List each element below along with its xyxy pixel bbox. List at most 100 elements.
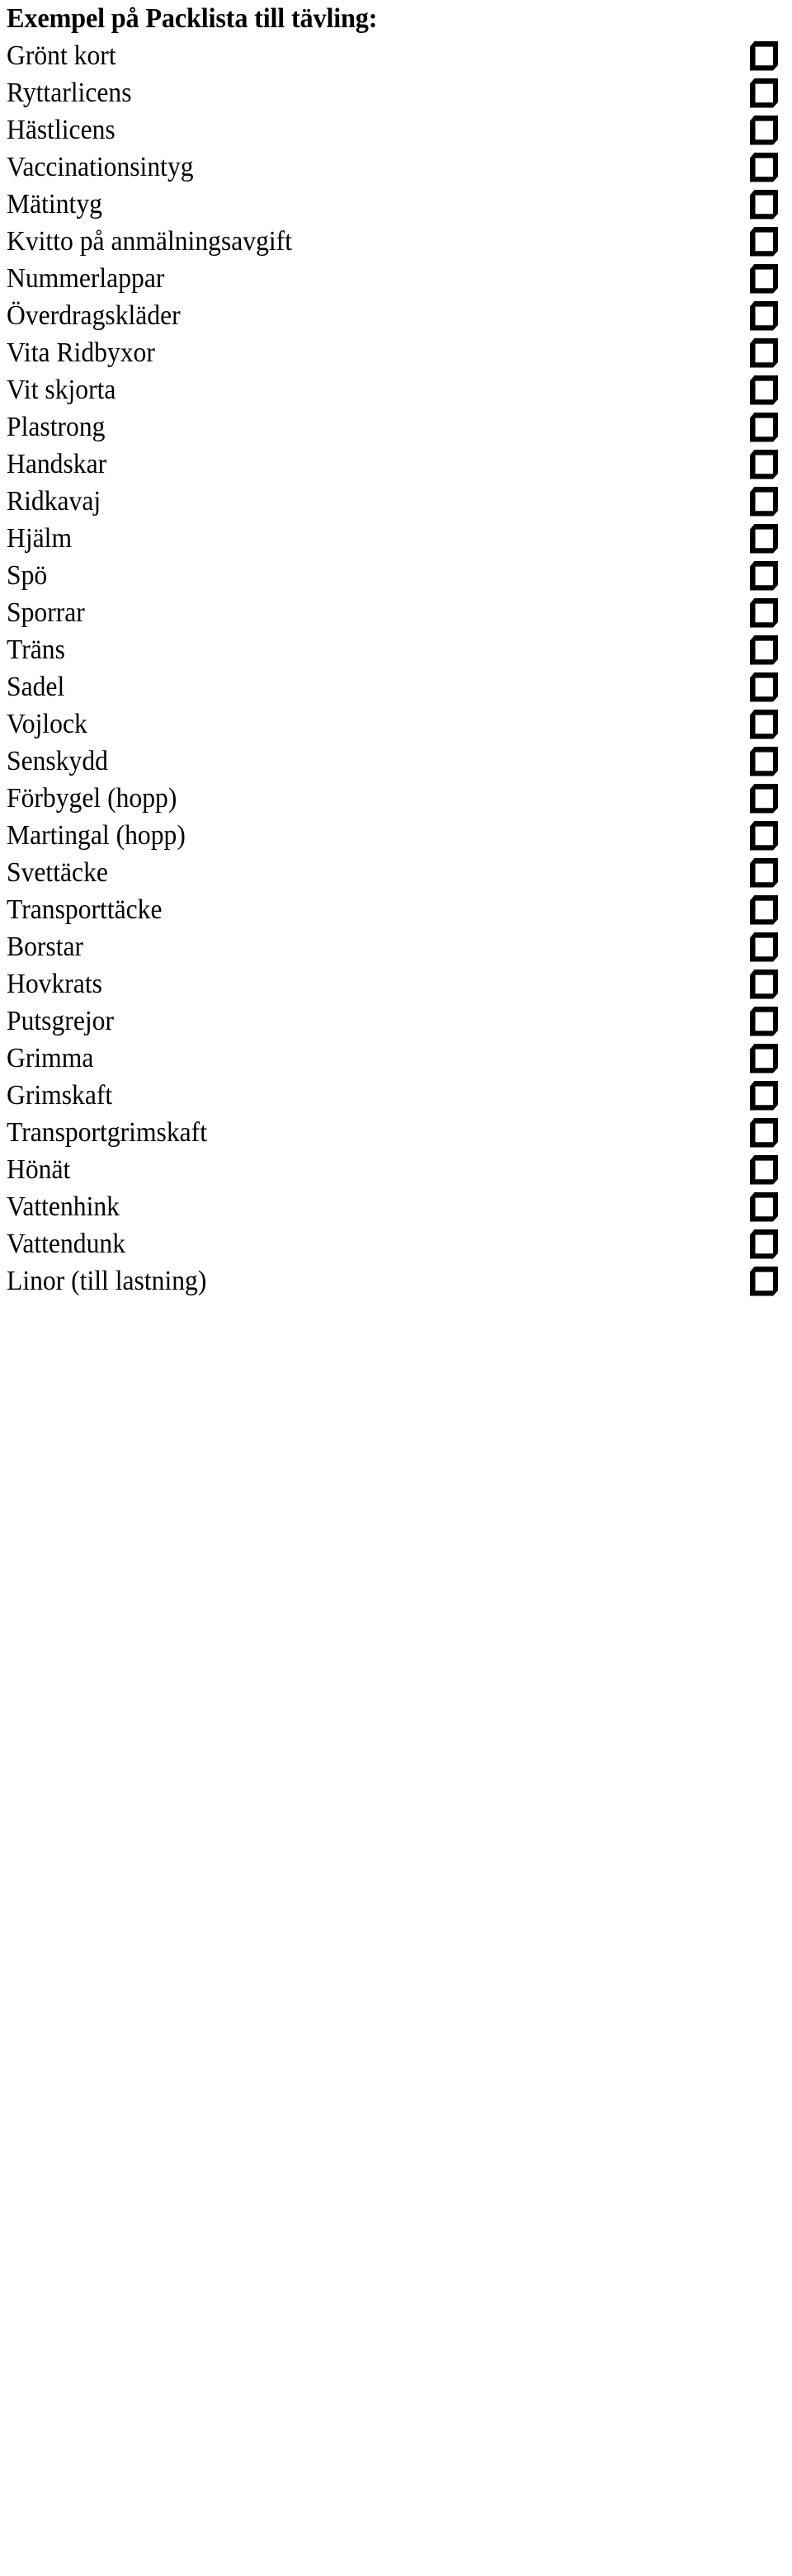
empty-checkbox-icon[interactable]	[737, 1154, 780, 1186]
checklist-row[interactable]: Hästlicens	[7, 111, 780, 149]
checklist-row[interactable]: Sadel	[7, 668, 780, 705]
checklist-item-label: Vit skjorta	[7, 375, 116, 405]
empty-checkbox-icon[interactable]	[737, 263, 780, 295]
empty-checkbox-icon[interactable]	[737, 412, 780, 443]
empty-checkbox-icon[interactable]	[737, 857, 780, 889]
checklist-item-label: Träns	[7, 635, 65, 665]
empty-checkbox-icon[interactable]	[737, 635, 780, 666]
empty-checkbox-icon[interactable]	[737, 746, 780, 777]
checklist-row[interactable]: Hovkrats	[7, 965, 780, 1003]
checklist-row[interactable]: Ryttarlicens	[7, 74, 780, 111]
checklist-row[interactable]: Plastrong	[7, 408, 780, 446]
checklist-row[interactable]: Hönät	[7, 1151, 780, 1188]
empty-checkbox-icon[interactable]	[737, 1117, 780, 1149]
checklist-row[interactable]: Sporrar	[7, 594, 780, 631]
checklist-row[interactable]: Svettäcke	[7, 854, 780, 891]
checklist-item-label: Grönt kort	[7, 40, 116, 71]
checklist-item-label: Vojlock	[7, 709, 87, 739]
empty-checkbox-icon[interactable]	[737, 1229, 780, 1260]
checklist-row[interactable]: Förbygel (hopp)	[7, 780, 780, 817]
checklist-item-label: Hönät	[7, 1154, 71, 1185]
empty-checkbox-icon[interactable]	[737, 932, 780, 963]
empty-checkbox-icon[interactable]	[737, 375, 780, 406]
checklist-item-label: Grimma	[7, 1043, 94, 1073]
checklist-item-label: Senskydd	[7, 746, 108, 776]
checklist-row[interactable]: Vattenhink	[7, 1188, 780, 1225]
checklist-row[interactable]: Grönt kort	[7, 37, 780, 74]
checklist-item-label: Vattendunk	[7, 1229, 126, 1259]
empty-checkbox-icon[interactable]	[737, 337, 780, 369]
checklist-row[interactable]: Linor (till lastning)	[7, 1262, 780, 1300]
checklist-row[interactable]: Handskar	[7, 446, 780, 483]
empty-checkbox-icon[interactable]	[737, 189, 780, 220]
empty-checkbox-icon[interactable]	[737, 1266, 780, 1297]
empty-checkbox-icon[interactable]	[737, 78, 780, 109]
empty-checkbox-icon[interactable]	[737, 672, 780, 703]
checklist-item-label: Linor (till lastning)	[7, 1266, 207, 1296]
packing-list-document: Exempel på Packlista till tävling: Grönt…	[0, 0, 792, 2576]
checklist-row[interactable]: Vattendunk	[7, 1225, 780, 1262]
empty-checkbox-icon[interactable]	[737, 486, 780, 517]
checklist-item-label: Mätintyg	[7, 189, 102, 219]
checklist-row[interactable]: Spö	[7, 557, 780, 594]
checklist-item-label: Martingal (hopp)	[7, 820, 186, 851]
empty-checkbox-icon[interactable]	[737, 820, 780, 852]
checklist-item-label: Vattenhink	[7, 1191, 120, 1222]
checklist-row[interactable]: Mätintyg	[7, 186, 780, 223]
empty-checkbox-icon[interactable]	[737, 300, 780, 332]
checklist-item-label: Putsgrejor	[7, 1006, 114, 1036]
checklist-row[interactable]: Transportgrimskaft	[7, 1114, 780, 1151]
empty-checkbox-icon[interactable]	[737, 1043, 780, 1074]
empty-checkbox-icon[interactable]	[737, 1191, 780, 1223]
empty-checkbox-icon[interactable]	[737, 1080, 780, 1111]
checklist-row[interactable]: Vita Ridbyxor	[7, 334, 780, 371]
checklist-item-label: Sporrar	[7, 597, 85, 628]
empty-checkbox-icon[interactable]	[737, 783, 780, 814]
checklist-item-label: Borstar	[7, 932, 84, 962]
checklist-row[interactable]: Putsgrejor	[7, 1003, 780, 1040]
checklist-item-label: Hästlicens	[7, 115, 116, 145]
checklist-item-label: Transporttäcke	[7, 894, 163, 925]
empty-checkbox-icon[interactable]	[737, 1006, 780, 1037]
empty-checkbox-icon[interactable]	[737, 969, 780, 1000]
checklist-row[interactable]: Transporttäcke	[7, 891, 780, 928]
checklist-row[interactable]: Överdragskläder	[7, 297, 780, 334]
checklist-row[interactable]: Vit skjorta	[7, 371, 780, 408]
checklist-item-label: Vita Ridbyxor	[7, 337, 155, 368]
checklist-row[interactable]: Vojlock	[7, 705, 780, 743]
empty-checkbox-icon[interactable]	[737, 560, 780, 592]
checklist-item-label: Överdragskläder	[7, 300, 181, 331]
empty-checkbox-icon[interactable]	[737, 894, 780, 926]
empty-checkbox-icon[interactable]	[737, 152, 780, 183]
checklist-item-label: Transportgrimskaft	[7, 1117, 208, 1148]
checklist-row[interactable]: Vaccinationsintyg	[7, 149, 780, 186]
checklist-item-label: Hovkrats	[7, 969, 102, 999]
packing-checklist: Grönt kort Ryttarlicens Hästlicens Vacci…	[7, 37, 780, 1300]
empty-checkbox-icon[interactable]	[737, 709, 780, 740]
checklist-item-label: Förbygel (hopp)	[7, 783, 177, 814]
checklist-row[interactable]: Borstar	[7, 928, 780, 965]
checklist-row[interactable]: Nummerlappar	[7, 260, 780, 297]
checklist-row[interactable]: Ridkavaj	[7, 483, 780, 520]
checklist-row[interactable]: Martingal (hopp)	[7, 817, 780, 854]
empty-checkbox-icon[interactable]	[737, 523, 780, 554]
checklist-row[interactable]: Grimma	[7, 1040, 780, 1077]
checklist-item-label: Handskar	[7, 449, 107, 479]
empty-checkbox-icon[interactable]	[737, 115, 780, 146]
checklist-item-label: Ridkavaj	[7, 486, 101, 517]
checklist-row[interactable]: Grimskaft	[7, 1077, 780, 1114]
empty-checkbox-icon[interactable]	[737, 226, 780, 257]
checklist-item-label: Grimskaft	[7, 1080, 113, 1111]
checklist-item-label: Kvitto på anmälningsavgift	[7, 226, 293, 257]
checklist-row[interactable]: Senskydd	[7, 743, 780, 780]
empty-checkbox-icon[interactable]	[737, 40, 780, 72]
empty-checkbox-icon[interactable]	[737, 449, 780, 480]
checklist-item-label: Nummerlappar	[7, 263, 165, 294]
empty-checkbox-icon[interactable]	[737, 597, 780, 629]
checklist-item-label: Spö	[7, 560, 48, 591]
checklist-row[interactable]: Hjälm	[7, 520, 780, 557]
checklist-item-label: Plastrong	[7, 412, 106, 442]
checklist-item-label: Hjälm	[7, 523, 73, 554]
checklist-row[interactable]: Kvitto på anmälningsavgift	[7, 223, 780, 260]
checklist-row[interactable]: Träns	[7, 631, 780, 668]
